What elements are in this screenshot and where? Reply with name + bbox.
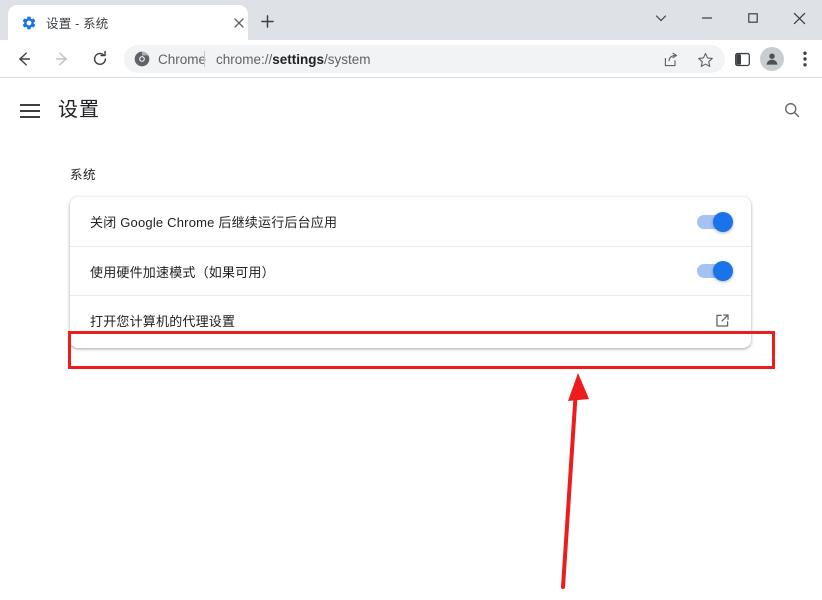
omnibox-chrome-label: Chrome [158, 51, 207, 67]
row-label: 关闭 Google Chrome 后继续运行后台应用 [90, 215, 338, 230]
tab-strip: 设置 - 系统 [0, 0, 822, 40]
settings-page: 设置 系统 关闭 Google Chrome 后继续运行后台应用 使用硬件加速模… [0, 79, 822, 600]
chevron-down-button[interactable] [638, 0, 684, 36]
row-label: 使用硬件加速模式（如果可用） [90, 264, 275, 280]
tab-title: 设置 - 系统 [46, 17, 109, 31]
hamburger-line [20, 110, 40, 112]
three-dot-menu-icon[interactable] [790, 44, 820, 74]
browser-tab[interactable]: 设置 - 系统 [8, 5, 248, 40]
search-settings-icon[interactable] [778, 96, 806, 124]
url-scheme: chrome:// [216, 51, 273, 67]
toggle-knob [713, 211, 733, 232]
url-path: /system [324, 51, 371, 67]
window-controls [638, 0, 822, 36]
chrome-logo-icon [134, 51, 150, 67]
new-tab-button[interactable] [256, 10, 278, 32]
maximize-button[interactable] [730, 0, 776, 36]
proxy-settings-row[interactable]: 打开您计算机的代理设置 [70, 295, 751, 344]
toggle-knob [713, 261, 733, 281]
settings-card: 关闭 Google Chrome 后继续运行后台应用 使用硬件加速模式（如果可用… [70, 197, 751, 348]
background-apps-toggle[interactable] [697, 211, 733, 232]
omnibox-url[interactable]: chrome://settings/system [216, 45, 371, 73]
side-panel-icon[interactable] [727, 44, 757, 74]
profile-avatar[interactable] [757, 44, 787, 74]
background-apps-row[interactable]: 关闭 Google Chrome 后继续运行后台应用 [70, 197, 751, 246]
reload-button[interactable] [84, 43, 116, 75]
hamburger-line [20, 116, 40, 118]
external-link-icon[interactable] [713, 311, 731, 329]
url-host: settings [272, 51, 325, 67]
settings-gear-icon [21, 15, 37, 31]
omnibox-divider [204, 51, 205, 67]
red-pointer-arrow [561, 373, 589, 589]
main-menu-button[interactable] [20, 99, 44, 123]
close-button[interactable] [776, 0, 822, 36]
minimize-button[interactable] [684, 0, 730, 36]
back-button[interactable] [8, 43, 40, 75]
share-icon[interactable] [660, 49, 682, 71]
hamburger-line [20, 104, 40, 106]
hardware-acceleration-toggle[interactable] [697, 261, 733, 281]
address-bar[interactable]: Chrome chrome://settings/system [124, 45, 725, 73]
avatar [760, 47, 784, 71]
browser-toolbar: Chrome chrome://settings/system [0, 40, 822, 78]
row-label: 打开您计算机的代理设置 [90, 313, 236, 329]
tab-close-icon[interactable] [230, 14, 248, 32]
bookmark-star-icon[interactable] [694, 49, 716, 71]
forward-button [46, 43, 78, 75]
section-heading: 系统 [70, 168, 97, 182]
browser-window: 设置 - 系统 Chrome chrome:// settings /syste… [0, 0, 822, 600]
hardware-acceleration-row[interactable]: 使用硬件加速模式（如果可用） [70, 246, 751, 295]
page-title: 设置 [58, 99, 100, 121]
